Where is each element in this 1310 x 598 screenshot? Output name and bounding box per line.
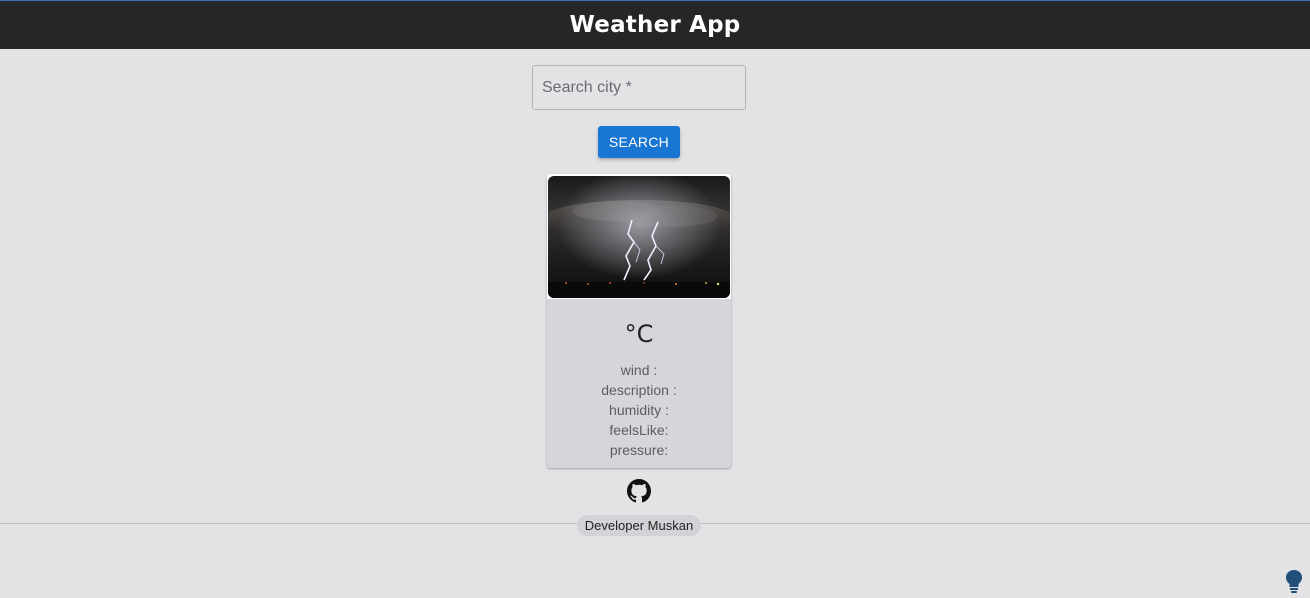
weather-details: wind : description : humidity : feelsLik… <box>547 360 731 460</box>
wind-detail: wind : <box>620 362 658 378</box>
developer-chip: Developer Muskan <box>577 515 701 536</box>
humidity-detail: humidity : <box>609 402 669 418</box>
github-icon[interactable] <box>627 479 651 503</box>
search-city-field[interactable] <box>532 65 746 110</box>
lightbulb-icon[interactable] <box>1284 569 1304 593</box>
weather-image <box>548 176 730 298</box>
app-title: Weather App <box>569 12 741 38</box>
search-city-input[interactable] <box>533 66 745 109</box>
weather-card: °C wind : description : humidity : feels… <box>547 174 731 468</box>
card-media-frame <box>547 174 731 299</box>
pressure-detail: pressure: <box>609 442 669 458</box>
feels-like-detail: feelsLike: <box>609 422 669 438</box>
description-detail: description : <box>601 382 677 398</box>
search-button[interactable]: SEARCH <box>598 126 680 158</box>
temperature-value: °C <box>624 320 654 348</box>
app-bar: Weather App <box>0 1 1310 49</box>
